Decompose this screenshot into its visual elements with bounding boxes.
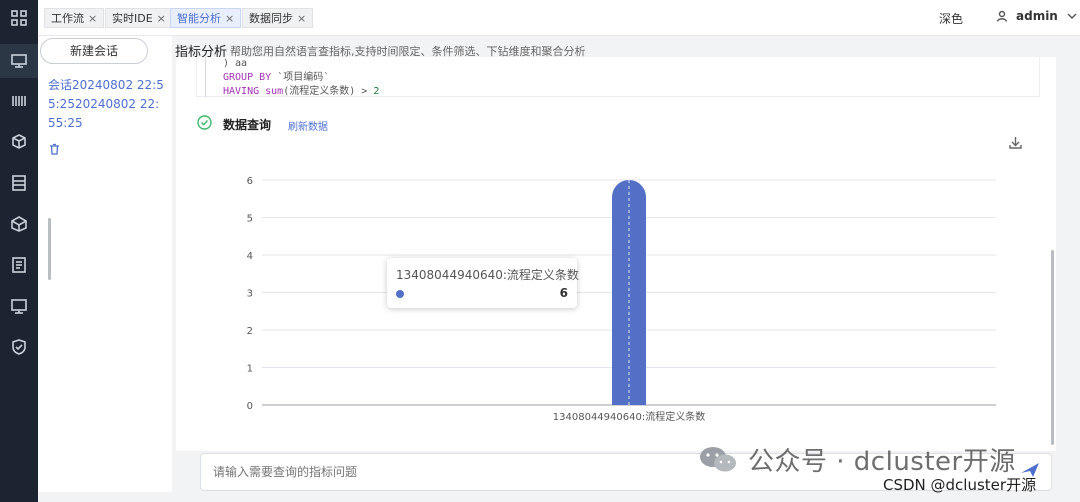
sql-text: `项目编码` xyxy=(271,72,330,83)
close-icon[interactable]: × xyxy=(225,12,234,25)
y-tick-label: 2 xyxy=(247,326,253,337)
sql-text: ) aa xyxy=(223,58,248,69)
new-session-button[interactable]: 新建会话 xyxy=(40,38,148,64)
tooltip-value: 6 xyxy=(559,286,568,300)
sql-function: sum xyxy=(259,86,284,97)
tooltip-series-dot xyxy=(396,290,404,298)
sql-code-block: ) aa GROUP BY `项目编码` HAVING sum(流程定义条数) … xyxy=(196,57,1040,97)
sql-number: 2 xyxy=(373,86,380,97)
close-icon[interactable]: × xyxy=(297,12,306,25)
tab-data-sync[interactable]: 数据同步 × xyxy=(242,8,314,28)
y-tick-label: 4 xyxy=(247,251,253,262)
display-icon[interactable] xyxy=(9,296,29,316)
bar xyxy=(612,180,646,405)
session-scrollbar[interactable] xyxy=(48,218,51,280)
x-tick-label: 13408044940640:流程定义条数 xyxy=(553,410,705,423)
server-list-icon[interactable] xyxy=(9,173,29,193)
tooltip-title: 13408044940640:流程定义条数 xyxy=(396,268,579,282)
y-tick-label: 0 xyxy=(247,401,253,412)
monitor-icon[interactable] xyxy=(9,51,29,71)
package-icon[interactable] xyxy=(9,214,29,234)
session-item[interactable]: 会话20240802 22:55:2520240802 22:55:25 xyxy=(48,76,166,133)
watermark-main: 公众号 · dcluster开源 xyxy=(748,447,1016,477)
sql-line: ) aa xyxy=(223,57,1039,71)
check-circle-icon xyxy=(197,115,212,130)
close-icon[interactable]: × xyxy=(88,12,97,25)
left-nav-rail xyxy=(0,0,38,502)
top-bar: 工作流 × 实时IDE × 智能分析 × 数据同步 × 深色 admin xyxy=(38,0,1080,36)
shield-check-icon[interactable] xyxy=(9,337,29,357)
bar-chart: 0 1 2 3 4 5 6 13408044940640:流程定义条数 xyxy=(247,176,996,423)
user-name: admin xyxy=(1016,9,1058,23)
apps-grid-icon[interactable] xyxy=(9,8,29,28)
sql-line: GROUP BY `项目编码` xyxy=(223,71,1039,85)
sql-keyword: GROUP BY xyxy=(223,72,272,83)
y-tick-label: 6 xyxy=(247,176,253,187)
tab-label: 智能分析 xyxy=(177,12,221,25)
tab-label: 工作流 xyxy=(51,12,84,25)
cube-icon[interactable] xyxy=(9,132,29,152)
sql-text: (流程定义条数) > xyxy=(283,86,374,97)
tab-realtime-ide[interactable]: 实时IDE × xyxy=(105,8,173,28)
refresh-data-link[interactable]: 刷新数据 xyxy=(288,118,328,133)
trash-icon[interactable] xyxy=(49,140,60,155)
watermark-sub: CSDN @dcluster开源 xyxy=(883,476,1037,494)
document-icon[interactable] xyxy=(9,255,29,275)
step-title: 数据查询 xyxy=(223,118,272,132)
main-scrollbar[interactable] xyxy=(1051,250,1054,445)
tab-label: 实时IDE xyxy=(112,12,153,25)
session-panel: 新建会话 会话20240802 22:55:2520240802 22:55:2… xyxy=(38,36,172,492)
user-icon xyxy=(996,10,1008,22)
tab-label: 数据同步 xyxy=(249,12,293,25)
tab-workflow[interactable]: 工作流 × xyxy=(44,8,105,28)
chart-tooltip: 13408044940640:流程定义条数 6 xyxy=(387,258,579,308)
wechat-logo-icon xyxy=(698,444,738,474)
tab-smart-analysis[interactable]: 智能分析 × xyxy=(170,8,242,28)
y-tick-label: 1 xyxy=(247,364,253,375)
download-icon[interactable] xyxy=(1008,135,1023,150)
theme-toggle[interactable]: 深色 xyxy=(939,10,963,27)
sql-line: HAVING sum(流程定义条数) > 2 xyxy=(223,85,1039,99)
y-tick-label: 5 xyxy=(247,214,253,225)
close-icon[interactable]: × xyxy=(157,12,166,25)
sql-keyword: HAVING xyxy=(223,86,260,97)
y-tick-label: 3 xyxy=(247,289,253,300)
user-menu[interactable]: admin xyxy=(996,9,1078,23)
barcode-icon[interactable] xyxy=(9,91,29,111)
chevron-down-icon xyxy=(1067,13,1077,19)
